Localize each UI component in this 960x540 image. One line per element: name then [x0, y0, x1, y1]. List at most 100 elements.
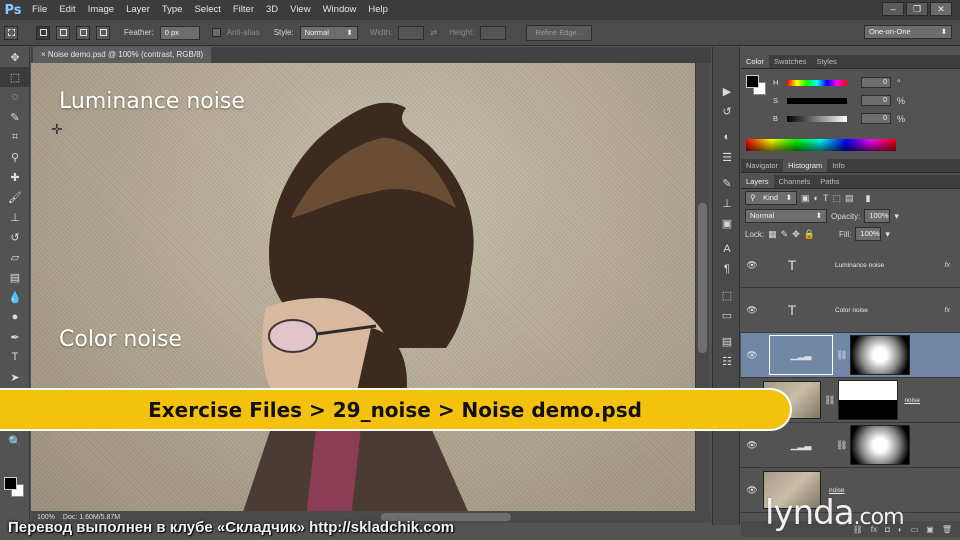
type-filter-icon[interactable]: T [823, 193, 829, 203]
eye-icon[interactable]: 👁 [741, 260, 763, 271]
marquee-tool-icon[interactable]: ⬚ [0, 67, 30, 87]
filter-toggle-icon[interactable]: ▮ [865, 193, 870, 204]
tab-info[interactable]: Info [827, 159, 850, 172]
eye-icon[interactable]: 👁 [741, 485, 763, 496]
path-select-tool-icon[interactable]: ➤ [0, 367, 30, 387]
blend-mode-select[interactable]: Normal ⬍ [745, 209, 827, 223]
smart-object-filter-icon[interactable]: ▤ [845, 193, 854, 204]
eye-icon[interactable]: 👁 [741, 440, 763, 451]
dodge-tool-icon[interactable]: ● [0, 307, 30, 327]
close-button[interactable]: ✕ [930, 2, 952, 16]
layer-name[interactable]: Color noise [835, 307, 868, 314]
brightness-input[interactable]: 0 [861, 113, 891, 124]
actions-panel-icon[interactable]: ↺ [713, 101, 741, 121]
vertical-scroll-thumb[interactable] [698, 203, 707, 353]
shape-filter-icon[interactable]: ⬚ [832, 193, 841, 204]
crop-tool-icon[interactable]: ⌗ [0, 127, 30, 147]
healing-brush-tool-icon[interactable]: ✚ [0, 167, 30, 187]
menu-view[interactable]: View [284, 0, 316, 20]
eraser-tool-icon[interactable]: ▱ [0, 247, 30, 267]
menu-type[interactable]: Type [156, 0, 189, 20]
lock-pixels-icon[interactable]: ✎ [781, 229, 789, 240]
brush-tool-icon[interactable]: 🖌 [0, 187, 30, 207]
lock-transparency-icon[interactable]: ▦ [768, 229, 777, 240]
new-selection-icon[interactable] [36, 25, 50, 40]
trash-icon[interactable]: 🗑 [942, 525, 952, 534]
menu-layer[interactable]: Layer [120, 0, 156, 20]
restore-button[interactable]: ❐ [906, 2, 928, 16]
timeline-panel-icon[interactable]: ▤ [713, 331, 741, 351]
brush-panel-icon[interactable]: ✎ [713, 173, 741, 193]
eye-icon[interactable]: 👁 [741, 305, 763, 316]
fill-input[interactable]: 100% [855, 227, 882, 241]
tab-navigator[interactable]: Navigator [741, 159, 783, 172]
close-icon[interactable]: × [41, 50, 48, 59]
eye-icon[interactable]: 👁 [741, 350, 763, 361]
color-foreground-swatch[interactable] [746, 75, 759, 88]
layer-row-selected[interactable]: 👁 ▁▂▃ ⛓ [741, 333, 960, 378]
3d-panel-icon[interactable]: ⬚ [713, 285, 741, 305]
canvas[interactable]: ✛ Luminance noise Color noise [31, 63, 695, 511]
color-spectrum-bar[interactable] [746, 139, 896, 151]
chevron-down-icon[interactable]: ▾ [885, 229, 890, 240]
lasso-tool-icon[interactable]: ◌ [0, 87, 30, 107]
tab-channels[interactable]: Channels [774, 175, 816, 188]
saturation-slider[interactable] [787, 97, 847, 104]
move-tool-icon[interactable]: ✥ [0, 47, 30, 67]
menu-select[interactable]: Select [188, 0, 226, 20]
brightness-slider[interactable] [787, 115, 847, 122]
layer-mask-thumbnail[interactable] [850, 425, 911, 465]
adjustment-filter-icon[interactable]: ◐ [814, 193, 819, 203]
quick-select-tool-icon[interactable]: ✎ [0, 107, 30, 127]
new-group-icon[interactable]: ▭ [911, 525, 919, 534]
refine-edge-button[interactable]: Refine Edge... [526, 24, 592, 41]
swap-icon[interactable]: ⇄ [430, 28, 437, 37]
layer-mask-thumbnail[interactable] [850, 335, 911, 375]
vertical-scrollbar[interactable] [695, 63, 709, 511]
foreground-color-swatch[interactable] [4, 477, 17, 490]
hue-slider[interactable] [787, 79, 847, 86]
antialias-checkbox[interactable] [211, 28, 221, 37]
saturation-input[interactable]: 0 [861, 95, 891, 106]
menu-file[interactable]: File [26, 0, 53, 20]
tab-color[interactable]: Color [741, 55, 769, 68]
menu-filter[interactable]: Filter [227, 0, 260, 20]
subtract-selection-icon[interactable] [76, 25, 90, 40]
zoom-tool-icon[interactable]: 🔍 [0, 431, 30, 451]
eyedropper-tool-icon[interactable]: ⚲ [0, 147, 30, 167]
tab-histogram[interactable]: Histogram [783, 159, 828, 172]
menu-3d[interactable]: 3D [260, 0, 284, 20]
history-panel-icon[interactable]: ▶ [713, 81, 741, 101]
hue-input[interactable]: 0 [861, 77, 891, 88]
properties-panel-icon[interactable]: ☰ [713, 147, 741, 167]
layer-row[interactable]: 👁 T Color noise fx [741, 288, 960, 333]
tool-presets-panel-icon[interactable]: ▣ [713, 213, 741, 233]
add-selection-icon[interactable] [56, 25, 70, 40]
kind-filter-select[interactable]: ⚲ Kind ⬍ [745, 191, 797, 205]
menu-help[interactable]: Help [362, 0, 394, 20]
opacity-input[interactable]: 100% [864, 209, 891, 223]
layer-mask-thumbnail[interactable] [838, 380, 899, 420]
lock-all-icon[interactable]: 🔒 [804, 229, 815, 240]
gradient-tool-icon[interactable]: ▤ [0, 267, 30, 287]
lock-position-icon[interactable]: ✥ [792, 229, 800, 240]
marquee-tool-preset-icon[interactable] [4, 25, 18, 40]
adjustments-panel-icon[interactable]: ◐ [713, 127, 741, 147]
paragraph-panel-icon[interactable]: ¶ [713, 259, 741, 279]
clone-source-panel-icon[interactable]: ⊥ [713, 193, 741, 213]
type-tool-icon[interactable]: T [0, 347, 30, 367]
menu-edit[interactable]: Edit [53, 0, 81, 20]
feather-input[interactable]: 0 px [159, 25, 200, 40]
tab-paths[interactable]: Paths [815, 175, 844, 188]
style-select[interactable]: Normal ⬍ [299, 25, 358, 40]
notes-panel-icon[interactable]: ▭ [713, 305, 741, 325]
width-input[interactable] [398, 25, 425, 40]
height-input[interactable] [480, 25, 507, 40]
menu-window[interactable]: Window [317, 0, 363, 20]
tab-styles[interactable]: Styles [811, 55, 841, 68]
layer-name[interactable]: noise [904, 397, 920, 404]
history-brush-tool-icon[interactable]: ↺ [0, 227, 30, 247]
document-tab[interactable]: × Noise demo.psd @ 100% (contrast, RGB/8… [33, 47, 212, 63]
layer-row[interactable]: 👁 T Luminance noise fx [741, 243, 960, 288]
chevron-down-icon[interactable]: ▾ [894, 211, 899, 222]
